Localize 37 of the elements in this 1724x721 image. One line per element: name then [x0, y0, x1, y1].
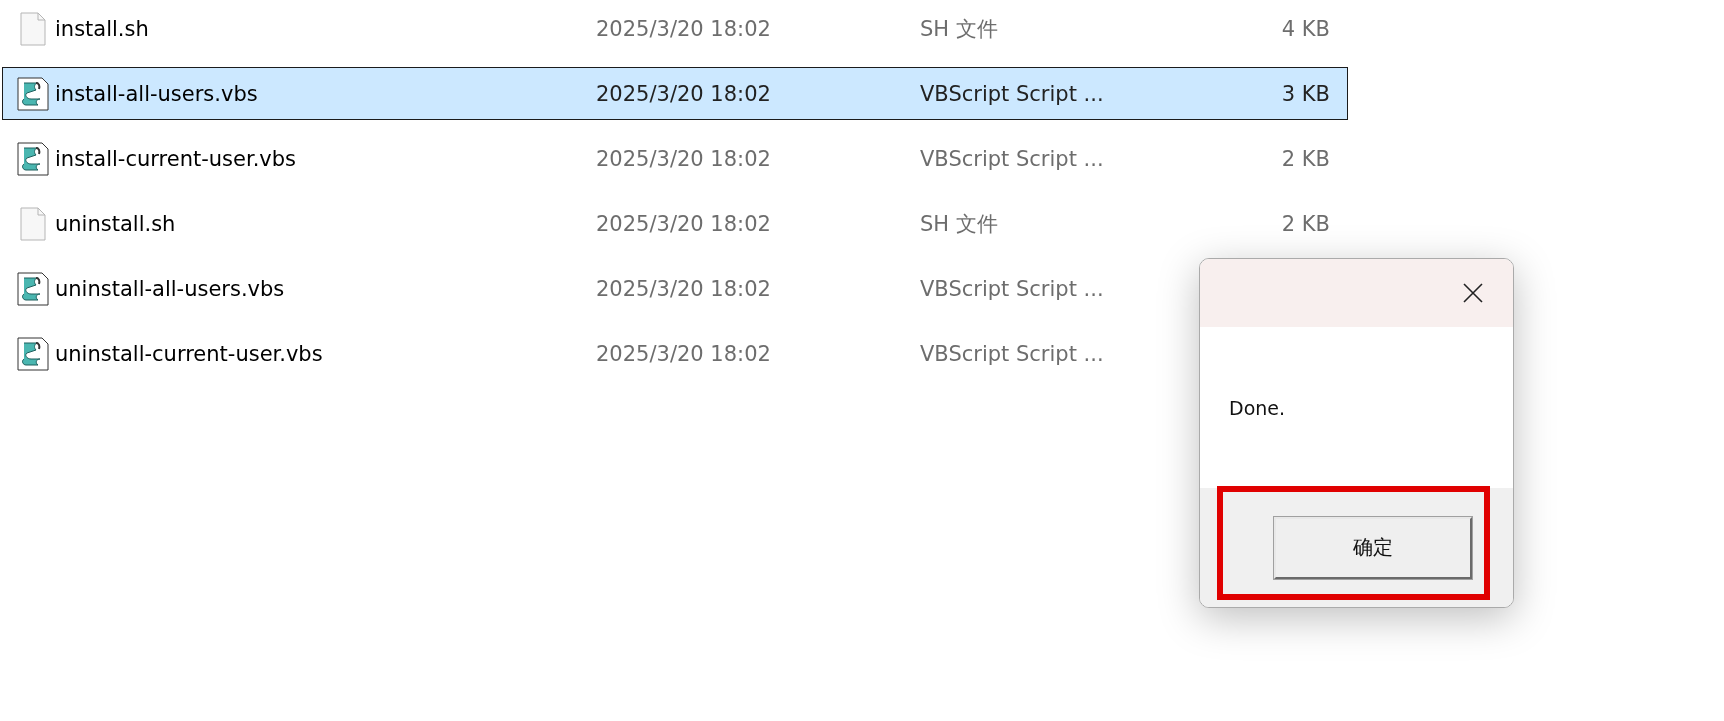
file-row[interactable]: uninstall-all-users.vbs 2025/3/20 18:02 VBScript Script ...: [2, 262, 1348, 315]
file-date: 2025/3/20 18:02: [596, 16, 772, 41]
dialog-message: Done.: [1229, 396, 1286, 419]
file-row[interactable]: install.sh 2025/3/20 18:02 SH 文件 4 KB: [2, 2, 1348, 55]
file-name: uninstall-current-user.vbs: [55, 341, 324, 366]
blank-file-icon: [20, 11, 46, 46]
ok-button[interactable]: 确定: [1274, 516, 1472, 579]
file-type: SH 文件: [920, 15, 999, 43]
file-type: VBScript Script ...: [920, 146, 1105, 171]
file-date: 2025/3/20 18:02: [596, 146, 772, 171]
file-name: install.sh: [55, 16, 150, 41]
file-name: install-all-users.vbs: [55, 81, 259, 106]
file-type: VBScript Script ...: [920, 81, 1105, 106]
file-name: install-current-user.vbs: [55, 146, 298, 171]
file-date: 2025/3/20 18:02: [596, 81, 772, 106]
file-date: 2025/3/20 18:02: [596, 211, 772, 236]
file-row[interactable]: install-current-user.vbs 2025/3/20 18:02 VBScript Script ... 2 KB: [2, 132, 1348, 185]
file-row[interactable]: install-all-users.vbs 2025/3/20 18:02 VBScript Script ... 3 KB: [2, 67, 1348, 120]
script-file-icon: [17, 141, 49, 176]
file-name: uninstall.sh: [55, 211, 177, 236]
file-size: 2 KB: [1281, 211, 1330, 236]
file-row[interactable]: uninstall-current-user.vbs 2025/3/20 18:02 VBScript Script ...: [2, 327, 1348, 380]
script-file-icon: [17, 271, 49, 306]
blank-file-icon: [20, 206, 46, 241]
file-size: 4 KB: [1281, 16, 1330, 41]
script-file-icon: [17, 76, 49, 111]
file-type: VBScript Script ...: [920, 276, 1105, 301]
file-type: SH 文件: [920, 210, 999, 238]
file-row[interactable]: uninstall.sh 2025/3/20 18:02 SH 文件 2 KB: [2, 197, 1348, 250]
file-size: 3 KB: [1281, 81, 1330, 106]
close-icon[interactable]: [1463, 283, 1483, 303]
file-type: VBScript Script ...: [920, 341, 1105, 366]
file-size: 2 KB: [1281, 146, 1330, 171]
file-date: 2025/3/20 18:02: [596, 276, 772, 301]
file-name: uninstall-all-users.vbs: [55, 276, 286, 301]
file-date: 2025/3/20 18:02: [596, 341, 772, 366]
script-file-icon: [17, 336, 49, 371]
